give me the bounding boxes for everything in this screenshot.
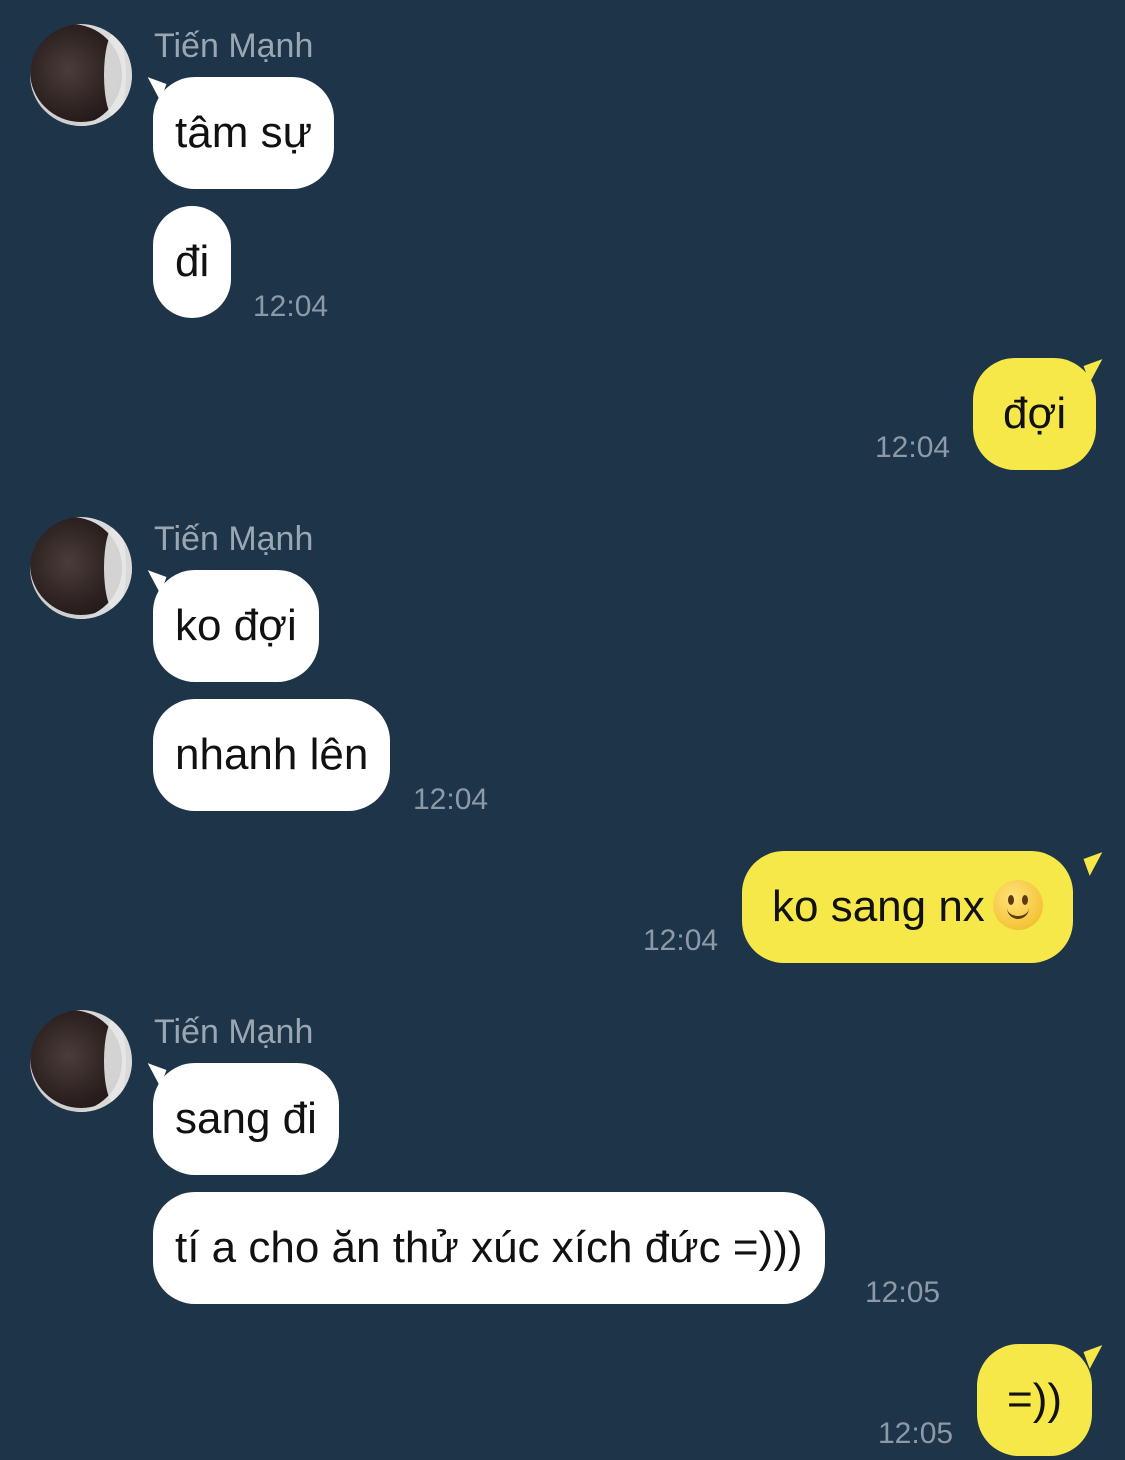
message-timestamp: 12:04: [413, 783, 489, 816]
outgoing-message-bubble[interactable]: ko sang nx: [742, 851, 1073, 963]
sender-name: Tiến Mạnh: [154, 27, 314, 65]
incoming-message-bubble[interactable]: ko đợi: [153, 570, 319, 682]
message-timestamp: 12:04: [253, 290, 329, 323]
incoming-message-bubble[interactable]: tí a cho ăn thử xúc xích đức =))): [153, 1192, 825, 1304]
contact-avatar[interactable]: [30, 1010, 132, 1112]
contact-avatar[interactable]: [30, 517, 132, 619]
message-timestamp: 12:04: [643, 924, 719, 957]
incoming-message-bubble[interactable]: nhanh lên: [153, 699, 391, 811]
message-timestamp: 12:05: [865, 1276, 941, 1309]
outgoing-message-text: ko sang nx: [772, 882, 985, 931]
incoming-message-bubble[interactable]: sang đi: [153, 1063, 339, 1175]
chat-thread[interactable]: Tiến Mạnh tâm sự đi 12:04 đợi 12:04 Tiến…: [0, 0, 1125, 1460]
sender-name: Tiến Mạnh: [154, 520, 314, 558]
contact-avatar[interactable]: [30, 24, 132, 126]
outgoing-message-bubble[interactable]: đợi: [973, 358, 1097, 470]
outgoing-message-bubble[interactable]: =)): [977, 1344, 1092, 1456]
incoming-message-bubble[interactable]: tâm sự: [153, 77, 335, 189]
message-timestamp: 12:04: [875, 431, 951, 464]
slightly-smiling-face-icon: [992, 880, 1043, 931]
sender-name: Tiến Mạnh: [154, 1013, 314, 1051]
message-timestamp: 12:05: [878, 1417, 954, 1450]
incoming-message-bubble[interactable]: đi: [153, 206, 232, 318]
bubble-tail: [1083, 852, 1109, 876]
bubble-tail: [1083, 1345, 1109, 1369]
